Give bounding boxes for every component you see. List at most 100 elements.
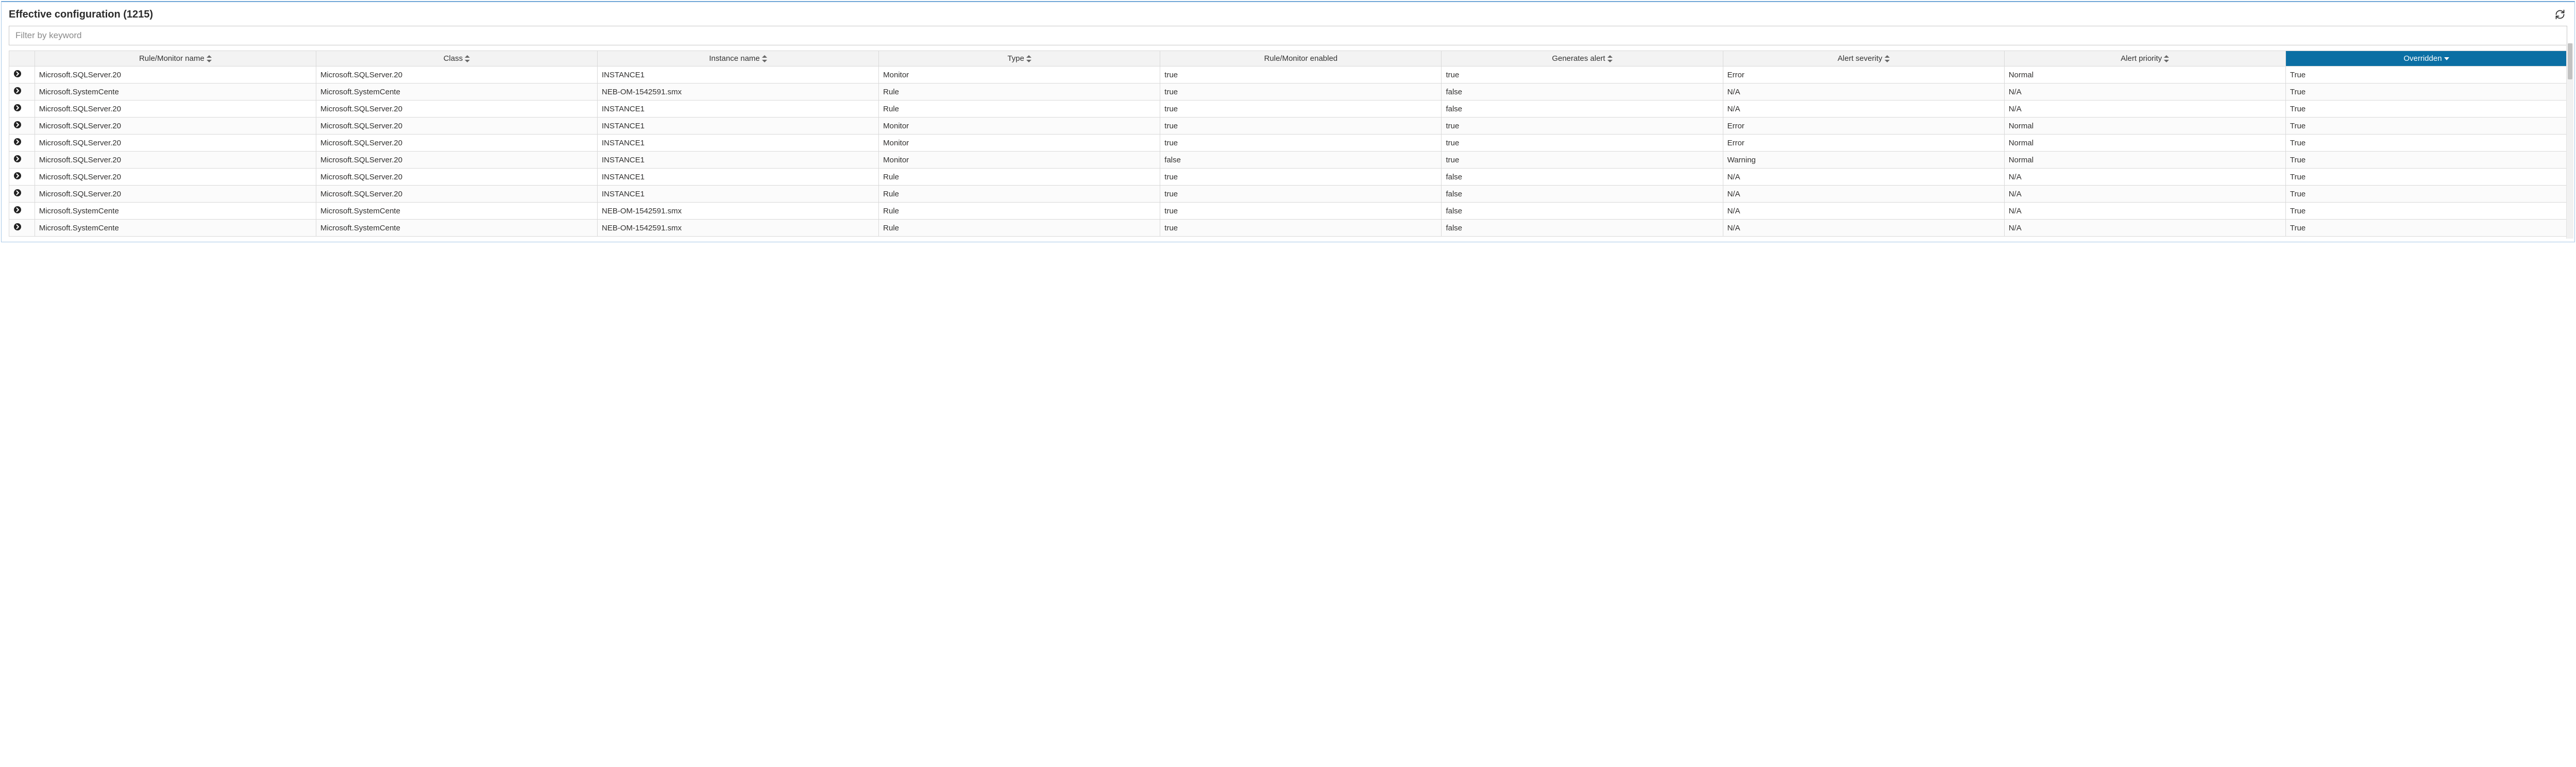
cell-generates: false xyxy=(1442,84,1723,101)
column-header-overridden[interactable]: Overridden xyxy=(2285,51,2567,66)
cell-severity: N/A xyxy=(1723,220,2004,237)
table-row[interactable]: Microsoft.SQLServer.20Microsoft.SQLServe… xyxy=(9,135,2567,152)
cell-generates: false xyxy=(1442,186,1723,203)
effective-configuration-panel: Effective configuration (1215) xyxy=(1,1,2575,242)
sort-icon xyxy=(2164,55,2169,62)
cell-name: Microsoft.SystemCente xyxy=(35,84,316,101)
table-row[interactable]: Microsoft.SystemCenteMicrosoft.SystemCen… xyxy=(9,84,2567,101)
table-row[interactable]: Microsoft.SQLServer.20Microsoft.SQLServe… xyxy=(9,169,2567,186)
expand-cell xyxy=(9,101,35,118)
sort-icon xyxy=(1607,55,1613,62)
table-row[interactable]: Microsoft.SQLServer.20Microsoft.SQLServe… xyxy=(9,101,2567,118)
expand-row-button[interactable] xyxy=(13,172,22,180)
column-header-label: Type xyxy=(1007,54,1024,63)
table-row[interactable]: Microsoft.SQLServer.20Microsoft.SQLServe… xyxy=(9,152,2567,169)
chevron-right-circle-icon xyxy=(13,172,22,180)
cell-priority: N/A xyxy=(2004,84,2285,101)
cell-priority: Normal xyxy=(2004,66,2285,84)
cell-severity: N/A xyxy=(1723,84,2004,101)
expand-row-button[interactable] xyxy=(13,206,22,214)
expand-row-button[interactable] xyxy=(13,223,22,231)
sort-icon xyxy=(2444,56,2449,62)
expand-row-button[interactable] xyxy=(13,70,22,78)
expand-row-button[interactable] xyxy=(13,155,22,163)
cell-instance: NEB-OM-1542591.smx xyxy=(598,220,879,237)
cell-severity: N/A xyxy=(1723,186,2004,203)
cell-enabled: false xyxy=(1160,152,1442,169)
column-header-type[interactable]: Type xyxy=(879,51,1160,66)
table-row[interactable]: Microsoft.SystemCenteMicrosoft.SystemCen… xyxy=(9,203,2567,220)
column-header-class[interactable]: Class xyxy=(316,51,597,66)
expand-row-button[interactable] xyxy=(13,104,22,112)
cell-type: Monitor xyxy=(879,152,1160,169)
expand-row-button[interactable] xyxy=(13,138,22,146)
panel-header: Effective configuration (1215) xyxy=(2,2,2574,25)
cell-enabled: true xyxy=(1160,84,1442,101)
cell-instance: INSTANCE1 xyxy=(598,118,879,135)
filter-input[interactable] xyxy=(9,26,2567,45)
cell-severity: N/A xyxy=(1723,169,2004,186)
cell-type: Monitor xyxy=(879,66,1160,84)
table-row[interactable]: Microsoft.SQLServer.20Microsoft.SQLServe… xyxy=(9,118,2567,135)
column-header-alert-priority[interactable]: Alert priority xyxy=(2004,51,2285,66)
cell-name: Microsoft.SQLServer.20 xyxy=(35,169,316,186)
sort-icon xyxy=(207,55,212,62)
cell-name: Microsoft.SystemCente xyxy=(35,220,316,237)
column-header-label: Instance name xyxy=(709,54,759,63)
table-row[interactable]: Microsoft.SystemCenteMicrosoft.SystemCen… xyxy=(9,220,2567,237)
table-row[interactable]: Microsoft.SQLServer.20Microsoft.SQLServe… xyxy=(9,186,2567,203)
cell-type: Rule xyxy=(879,220,1160,237)
table-row[interactable]: Microsoft.SQLServer.20Microsoft.SQLServe… xyxy=(9,66,2567,84)
chevron-right-circle-icon xyxy=(13,223,22,231)
chevron-right-circle-icon xyxy=(13,206,22,214)
expand-row-button[interactable] xyxy=(13,121,22,129)
cell-type: Rule xyxy=(879,84,1160,101)
column-header-label: Alert severity xyxy=(1838,54,1883,63)
column-header-generates-alert[interactable]: Generates alert xyxy=(1442,51,1723,66)
cell-enabled: true xyxy=(1160,66,1442,84)
panel-title: Effective configuration (1215) xyxy=(9,9,153,21)
cell-priority: N/A xyxy=(2004,186,2285,203)
cell-name: Microsoft.SQLServer.20 xyxy=(35,152,316,169)
cell-generates: false xyxy=(1442,101,1723,118)
column-header-alert-severity[interactable]: Alert severity xyxy=(1723,51,2004,66)
column-header-rule-monitor-name[interactable]: Rule/Monitor name xyxy=(35,51,316,66)
cell-type: Rule xyxy=(879,203,1160,220)
expand-row-button[interactable] xyxy=(13,87,22,95)
refresh-button[interactable] xyxy=(2553,7,2567,22)
cell-priority: N/A xyxy=(2004,220,2285,237)
cell-generates: true xyxy=(1442,66,1723,84)
expand-cell xyxy=(9,169,35,186)
cell-enabled: true xyxy=(1160,118,1442,135)
cell-priority: N/A xyxy=(2004,101,2285,118)
cell-priority: Normal xyxy=(2004,152,2285,169)
cell-enabled: true xyxy=(1160,220,1442,237)
vertical-scrollbar[interactable] xyxy=(2566,43,2573,239)
column-header-label: Generates alert xyxy=(1552,54,1605,63)
scrollbar-thumb[interactable] xyxy=(2568,43,2572,79)
cell-enabled: true xyxy=(1160,169,1442,186)
expand-cell xyxy=(9,118,35,135)
column-header-label: Alert priority xyxy=(2121,54,2162,63)
cell-instance: INSTANCE1 xyxy=(598,169,879,186)
column-header-rule-monitor-enabled: Rule/Monitor enabled xyxy=(1160,51,1442,66)
cell-class: Microsoft.SQLServer.20 xyxy=(316,152,597,169)
cell-type: Monitor xyxy=(879,135,1160,152)
cell-severity: Error xyxy=(1723,118,2004,135)
column-header-instance-name[interactable]: Instance name xyxy=(598,51,879,66)
expand-row-button[interactable] xyxy=(13,189,22,197)
cell-generates: true xyxy=(1442,118,1723,135)
cell-generates: false xyxy=(1442,203,1723,220)
cell-class: Microsoft.SystemCente xyxy=(316,220,597,237)
expand-cell xyxy=(9,186,35,203)
sort-icon xyxy=(1885,55,1890,62)
cell-priority: N/A xyxy=(2004,203,2285,220)
column-header-label: Rule/Monitor enabled xyxy=(1264,54,1338,63)
cell-name: Microsoft.SQLServer.20 xyxy=(35,118,316,135)
cell-instance: INSTANCE1 xyxy=(598,152,879,169)
cell-enabled: true xyxy=(1160,203,1442,220)
sort-icon xyxy=(762,55,767,62)
sort-icon xyxy=(465,55,470,62)
cell-priority: Normal xyxy=(2004,135,2285,152)
chevron-right-circle-icon xyxy=(13,87,22,95)
